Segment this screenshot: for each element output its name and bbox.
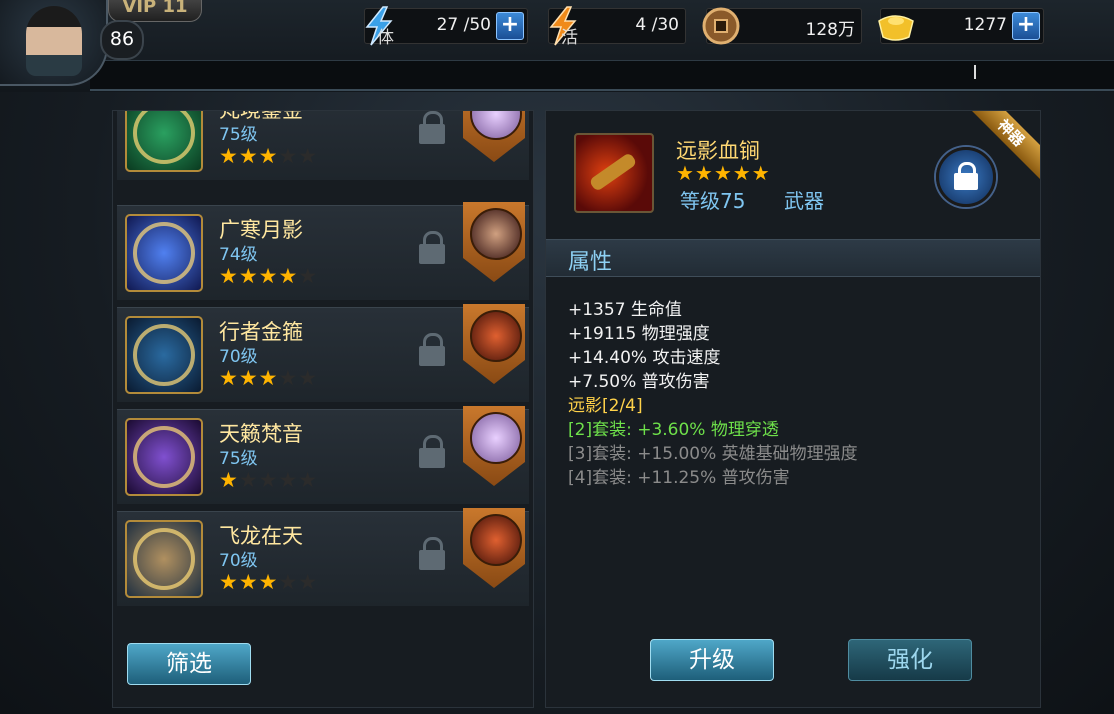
vitality-label: 活 — [561, 28, 578, 48]
equipment-list-panel: 梵境鎏金 75级 ★★★★★ 广寒月影 74级 ★★★★★ 行者金箍 70级 ★… — [112, 110, 534, 708]
list-item[interactable]: 天籁梵音 75级 ★★★★★ — [117, 406, 529, 504]
item-level: 等级75 — [680, 189, 746, 213]
vip-badge[interactable]: VIP 11 — [108, 0, 202, 22]
star-icon: ★★★ — [219, 570, 279, 594]
item-stars: ★★★★★ — [219, 570, 318, 594]
gold-ingot-icon — [878, 15, 914, 41]
star-icon: ★ — [219, 468, 239, 492]
lock-icon — [419, 537, 445, 571]
hero-portrait — [463, 202, 525, 282]
stat-line: +14.40% 攻击速度 — [568, 348, 721, 368]
coin-value: 128万 — [805, 20, 855, 40]
item-stars: ★★★★★ — [219, 144, 318, 168]
star-empty-icon: ★★★★ — [238, 468, 319, 492]
set-bonus-inactive: [4]套装: +11.25% 普攻伤害 — [568, 468, 790, 488]
stat-line: +19115 物理强度 — [568, 324, 710, 344]
announcement-cursor — [974, 65, 976, 79]
lock-icon — [419, 435, 445, 469]
hero-portrait — [463, 304, 525, 384]
attributes-header: 属性 — [546, 239, 1040, 277]
hero-portrait — [463, 111, 525, 162]
upgrade-button[interactable]: 升级 — [650, 639, 774, 681]
hero-portrait — [463, 508, 525, 588]
item-icon — [125, 111, 203, 172]
hero-portrait — [463, 406, 525, 486]
star-empty-icon: ★★ — [278, 144, 319, 168]
top-bar: VIP 11 86 体 27 /50 + 活 4 /30 128万 1277 + — [0, 0, 1114, 92]
ingot-counter: 1277 + — [878, 8, 1044, 44]
item-stars: ★★★★★ — [219, 366, 318, 390]
item-level: 75级 — [219, 125, 258, 145]
copper-coin-icon — [702, 7, 740, 45]
star-empty-icon: ★★ — [278, 570, 319, 594]
stamina-label: 体 — [377, 28, 394, 48]
set-bonus-active: [2]套装: +3.60% 物理穿透 — [568, 420, 779, 440]
item-type: 武器 — [784, 189, 824, 213]
item-stars: ★★★★★ — [219, 468, 318, 492]
star-icon: ★★★ — [219, 366, 279, 390]
star-icon: ★★★ — [219, 144, 279, 168]
star-icon: ★★★★ — [219, 264, 299, 288]
stamina-counter: 体 27 /50 + — [364, 6, 528, 48]
list-item[interactable]: 梵境鎏金 75级 ★★★★★ — [117, 111, 529, 180]
list-item[interactable]: 广寒月影 74级 ★★★★★ — [117, 202, 529, 300]
item-stars: ★★★★★ — [219, 264, 318, 288]
player-avatar[interactable] — [0, 0, 108, 86]
item-icon — [125, 520, 203, 598]
item-icon — [125, 214, 203, 292]
stamina-value: 27 /50 — [436, 15, 491, 35]
item-icon — [125, 316, 203, 394]
item-level: 70级 — [219, 347, 258, 367]
item-level: 70级 — [219, 551, 258, 571]
item-level: 75级 — [219, 449, 258, 469]
vitality-value: 4 /30 — [635, 15, 679, 35]
add-stamina-button[interactable]: + — [496, 12, 524, 40]
vitality-counter: 活 4 /30 — [548, 6, 686, 48]
set-bonus-inactive: [3]套装: +15.00% 英雄基础物理强度 — [568, 444, 858, 464]
set-title: 远影[2/4] — [568, 396, 643, 416]
item-icon — [574, 133, 654, 213]
coin-counter: 128万 — [702, 7, 862, 45]
item-level: 74级 — [219, 245, 258, 265]
star-empty-icon: ★ — [298, 264, 319, 288]
item-icon — [125, 418, 203, 496]
list-item[interactable]: 飞龙在天 70级 ★★★★★ — [117, 508, 529, 606]
enhance-button[interactable]: 强化 — [848, 639, 972, 681]
lock-toggle-button[interactable] — [936, 147, 996, 207]
star-empty-icon: ★★ — [278, 366, 319, 390]
equipment-list[interactable]: 梵境鎏金 75级 ★★★★★ 广寒月影 74级 ★★★★★ 行者金箍 70级 ★… — [113, 111, 533, 613]
attributes-title: 属性 — [568, 250, 613, 275]
stat-line: +7.50% 普攻伤害 — [568, 372, 710, 392]
filter-button[interactable]: 筛选 — [127, 643, 251, 685]
announcement-bar — [90, 60, 1114, 91]
item-stars: ★★★★★ — [676, 161, 771, 185]
stat-line: +1357 生命值 — [568, 300, 682, 320]
lock-icon — [419, 111, 445, 145]
lock-icon — [419, 231, 445, 265]
ingot-value: 1277 — [963, 15, 1007, 35]
add-ingot-button[interactable]: + — [1012, 12, 1040, 40]
player-level-badge: 86 — [100, 20, 144, 60]
avatar-portrait — [26, 6, 82, 76]
equipment-detail-panel: 神器 远影血锏 ★★★★★ 等级75 武器 属性 +1357 生命值 +1911… — [545, 110, 1041, 708]
list-item[interactable]: 行者金箍 70级 ★★★★★ — [117, 304, 529, 402]
lock-icon — [419, 333, 445, 367]
